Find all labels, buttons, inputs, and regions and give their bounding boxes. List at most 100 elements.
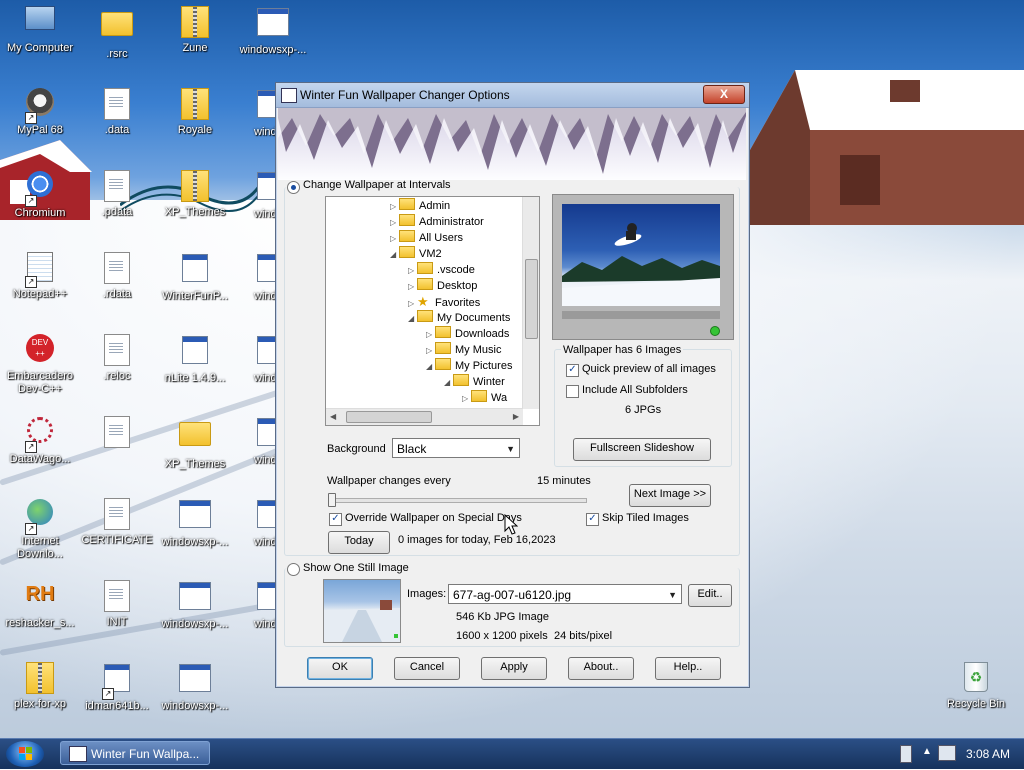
- raccoon-icon: ↗: [23, 88, 57, 124]
- tree-node[interactable]: ◢ VM2: [390, 246, 442, 262]
- help-button[interactable]: Help..: [655, 657, 721, 680]
- tree-node[interactable]: ▷ Downloads: [426, 326, 509, 342]
- still-image-thumbnail[interactable]: [323, 579, 401, 643]
- expand-icon[interactable]: ▷: [462, 391, 471, 407]
- images-select[interactable]: 677-ag-007-u6120.jpg ▼: [448, 584, 682, 604]
- taskbar: Winter Fun Wallpa... ▲ 3:08 AM: [0, 738, 1024, 769]
- expand-icon[interactable]: ▷: [426, 343, 435, 359]
- show-hidden-icons-icon[interactable]: ▲: [922, 746, 932, 757]
- today-button[interactable]: Today: [328, 531, 390, 554]
- desktop-icon-chromium[interactable]: ↗ Chromium: [0, 168, 80, 220]
- tree-node[interactable]: ◢ My Documents: [408, 310, 510, 326]
- desktop-icon-notepad[interactable]: ↗ Notepad++: [0, 250, 80, 301]
- tree-node-label: .vscode: [437, 264, 475, 276]
- folder-icon: [417, 278, 433, 290]
- include-subfolders-checkbox[interactable]: [566, 385, 579, 398]
- folder-icon: [417, 262, 433, 274]
- folder-tree[interactable]: ▷ Admin ▷ Administrator ▷ All Users ◢ VM2 ▷.…: [325, 196, 540, 426]
- network-icon[interactable]: [938, 745, 956, 761]
- next-image-button[interactable]: Next Image >>: [629, 484, 711, 507]
- expand-icon[interactable]: ◢: [390, 247, 399, 263]
- desktop-icon-rdata[interactable]: .rdata: [77, 250, 157, 301]
- desktop-icon-idm[interactable]: ↗ Internet Downlo...: [0, 496, 80, 561]
- folder-icon: [399, 230, 415, 242]
- expand-icon[interactable]: ▷: [408, 279, 417, 295]
- desktop-icon-init[interactable]: INIT: [77, 578, 157, 629]
- expand-icon[interactable]: ▷: [408, 263, 417, 279]
- tree-node[interactable]: ▷ Administrator: [390, 214, 484, 230]
- desktop-icon-data[interactable]: .data: [77, 86, 157, 137]
- desktop-icon-winterfun[interactable]: WinterFunP...: [155, 250, 235, 303]
- cancel-button[interactable]: Cancel: [394, 657, 460, 680]
- dialog-titlebar[interactable]: Winter Fun Wallpaper Changer Options X: [276, 83, 749, 108]
- desktop-icon-reshacker[interactable]: RH reshacker_s...: [0, 578, 80, 630]
- clock[interactable]: 3:08 AM: [966, 747, 1010, 761]
- expand-icon[interactable]: ◢: [408, 311, 417, 327]
- scroll-thumb[interactable]: [525, 259, 538, 339]
- about-button[interactable]: About..: [568, 657, 634, 680]
- desktop-icon-rsrc[interactable]: .rsrc: [77, 4, 157, 61]
- system-tray: ▲ 3:08 AM: [900, 739, 1024, 769]
- expand-icon[interactable]: ◢: [444, 375, 453, 391]
- scroll-thumb[interactable]: [346, 411, 432, 423]
- tree-node[interactable]: ▷ Admin: [390, 198, 450, 214]
- desktop-icon-windowsxp[interactable]: windowsxp-...: [233, 4, 313, 57]
- desktop-icon-recycle-bin[interactable]: ♻ Recycle Bin: [936, 660, 1016, 711]
- keyboard-icon[interactable]: [900, 745, 912, 763]
- desktop-icon-pdata[interactable]: .pdata: [77, 168, 157, 219]
- tree-node[interactable]: ◢ Winter: [444, 374, 505, 390]
- tree-node[interactable]: ▷ My Music: [426, 342, 501, 358]
- desktop-icon-royale[interactable]: Royale: [155, 86, 235, 137]
- taskbar-window-button[interactable]: Winter Fun Wallpa...: [60, 741, 210, 765]
- desktop-icon-windowsxp-11[interactable]: windowsxp-...: [155, 660, 235, 713]
- desktop-icon-zune[interactable]: Zune: [155, 4, 235, 55]
- ok-button[interactable]: OK: [307, 657, 373, 680]
- background-select[interactable]: Black ▼: [392, 438, 520, 458]
- expand-icon[interactable]: ▷: [390, 231, 399, 247]
- file-icon: [100, 498, 134, 532]
- apply-button[interactable]: Apply: [481, 657, 547, 680]
- tree-node[interactable]: ▷ ★ Favorites: [408, 294, 480, 310]
- desktop-icon-datawago[interactable]: ↗ DataWago...: [0, 414, 80, 466]
- taskbar-window-label: Winter Fun Wallpa...: [91, 747, 200, 761]
- desktop-icon-idman[interactable]: ↗ idman641b...: [77, 660, 157, 713]
- edit-button[interactable]: Edit..: [688, 584, 732, 607]
- desktop-icon-plex[interactable]: plex-for-xp: [0, 660, 80, 711]
- desktop-icon-nlite[interactable]: nLite 1.4.9...: [155, 332, 235, 385]
- zip-folder-icon: [178, 6, 212, 40]
- tree-node[interactable]: ◢ My Pictures: [426, 358, 512, 374]
- scroll-right-arrow-icon[interactable]: ▶: [513, 412, 519, 421]
- expand-icon[interactable]: ▷: [390, 199, 399, 215]
- icon-label: idman641b...: [85, 700, 149, 712]
- desktop-icon-devcpp[interactable]: DEV ++ Embarcadero Dev-C++: [0, 332, 80, 396]
- quick-preview-checkbox[interactable]: ✓: [566, 364, 579, 377]
- today-status: 0 images for today, Feb 16,2023: [398, 534, 556, 546]
- desktop-icon-windowsxp-7[interactable]: windowsxp-...: [155, 496, 235, 549]
- desktop-icon-reloc[interactable]: .reloc: [77, 332, 157, 383]
- interval-slider-thumb[interactable]: [328, 493, 336, 507]
- override-special-days-checkbox[interactable]: ✓: [329, 513, 342, 526]
- desktop-icon-my-computer[interactable]: My Computer: [0, 4, 80, 55]
- tree-vertical-scrollbar[interactable]: [522, 197, 539, 409]
- tree-node[interactable]: ▷ Desktop: [408, 278, 477, 294]
- desktop-icon-certificate[interactable]: CERTIFICATE: [77, 496, 157, 547]
- scroll-left-arrow-icon[interactable]: ◀: [330, 412, 336, 421]
- wallpaper-preview[interactable]: [552, 194, 734, 340]
- desktop-icon-xp-themes-2[interactable]: XP_Themes: [155, 414, 235, 471]
- start-button[interactable]: [6, 741, 44, 767]
- close-button[interactable]: X: [703, 85, 745, 104]
- tree-horizontal-scrollbar[interactable]: ◀ ▶: [326, 408, 523, 425]
- fullscreen-slideshow-button[interactable]: Fullscreen Slideshow: [573, 438, 711, 461]
- desktop-icon-mypal[interactable]: ↗ MyPal 68: [0, 86, 80, 137]
- desktop-icon-xp-themes[interactable]: XP_Themes: [155, 168, 235, 219]
- skip-tiled-checkbox[interactable]: ✓: [586, 513, 599, 526]
- expand-icon[interactable]: ▷: [426, 327, 435, 343]
- tree-node[interactable]: ▷ .vscode: [408, 262, 475, 278]
- desktop-icon-text-doc[interactable]: [77, 414, 157, 452]
- expand-icon[interactable]: ▷: [390, 215, 399, 231]
- tree-node[interactable]: ▷ All Users: [390, 230, 463, 246]
- expand-icon[interactable]: ◢: [426, 359, 435, 375]
- desktop-icon-windowsxp-9[interactable]: windowsxp-...: [155, 578, 235, 631]
- tree-node[interactable]: ▷ Wa: [462, 390, 507, 406]
- interval-slider-track[interactable]: [329, 498, 587, 503]
